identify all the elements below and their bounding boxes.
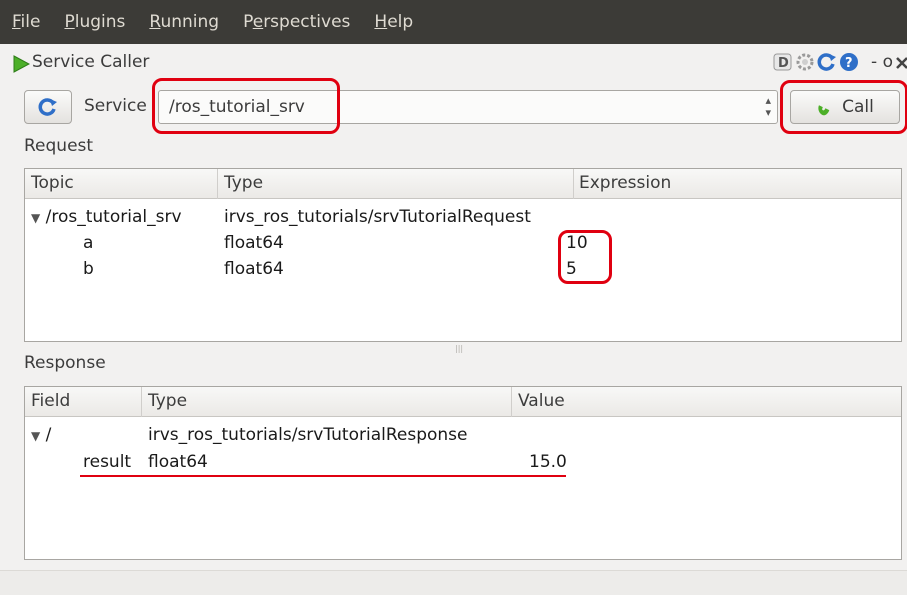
splitter-handle[interactable]: ||| [455,344,463,353]
svg-text:D: D [778,56,789,71]
close-icon[interactable] [895,55,907,69]
annotation-expression-box [558,230,612,284]
result-field: result [83,452,132,472]
result-value: 15.0 [529,452,567,472]
request-tree[interactable]: Topic Type Expression ▼ /ros_tutorial_sr… [24,168,902,342]
d-icon[interactable]: D [773,52,793,72]
field-b-type: float64 [224,259,284,279]
menu-help[interactable]: Help [362,0,425,44]
service-label: Service [84,96,147,116]
header-value[interactable]: Value [518,391,565,411]
header-field[interactable]: Field [31,391,70,411]
response-root-type: irvs_ros_tutorials/srvTutorialResponse [148,425,468,445]
request-label: Request [24,136,94,156]
header-type[interactable]: Type [148,391,187,411]
menu-perspectives[interactable]: Perspectives [231,0,362,44]
request-tree-header: Topic Type Expression [25,169,901,199]
svg-text:?: ? [845,56,853,71]
result-type: float64 [148,452,208,472]
annotation-result-underline [80,475,566,477]
annotation-service-box [152,78,340,134]
menu-plugins[interactable]: Plugins [52,0,137,44]
plugin-title: Service Caller [32,52,150,72]
menu-file[interactable]: File [0,0,52,44]
annotation-call-box [780,80,907,134]
header-type[interactable]: Type [224,173,263,193]
field-a-name: a [83,233,94,253]
reload-icon[interactable] [817,52,837,72]
expand-arrow-icon[interactable]: ▼ [31,211,40,225]
refresh-icon [38,98,57,116]
response-tree-header: Field Type Value [25,387,901,417]
header-expression[interactable]: Expression [579,173,671,193]
menu-bar: File Plugins Running Perspectives Help [0,0,907,44]
tree-row-root[interactable]: ▼ / [31,425,51,445]
root-type: irvs_ros_tutorials/srvTutorialRequest [224,207,531,227]
combo-arrows-icon: ▴ ▾ [765,94,771,119]
help-icon[interactable]: ? [839,52,859,72]
response-tree[interactable]: Field Type Value ▼ / irvs_ros_tutorials/… [24,386,902,560]
header-topic[interactable]: Topic [31,173,74,193]
refresh-button[interactable] [24,90,72,124]
plugin-toolbar: D ? - o [773,52,907,72]
play-triangle-icon [13,55,30,73]
gear-icon[interactable] [795,52,815,72]
tree-row-root[interactable]: ▼ /ros_tutorial_srv [31,207,182,227]
field-b-name: b [83,259,94,279]
response-label: Response [24,353,106,373]
expand-arrow-icon[interactable]: ▼ [31,429,40,443]
field-a-type: float64 [224,233,284,253]
minimize-button[interactable]: - o [871,52,893,72]
menu-running[interactable]: Running [137,0,231,44]
status-bar [0,570,907,595]
